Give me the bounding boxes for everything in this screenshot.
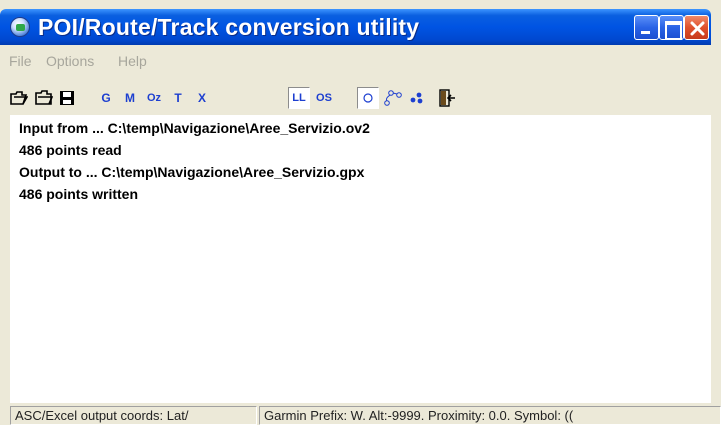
app-globe-icon[interactable] (10, 17, 30, 37)
menu-file[interactable]: File (9, 53, 32, 69)
track-mode-button[interactable] (406, 87, 428, 109)
coords-ll-label: LL (292, 91, 306, 104)
log-output-area[interactable]: Input from ... C:\temp\Navigazione\Aree_… (10, 115, 711, 405)
menu-bar: File Options Help (0, 50, 711, 72)
maximize-button[interactable] (659, 15, 684, 40)
format-g-button[interactable]: G (95, 87, 117, 109)
format-oz-label: Oz (146, 91, 162, 104)
app-window: POI/Route/Track conversion utility File … (0, 0, 721, 425)
minimize-button[interactable] (634, 15, 659, 40)
menu-options[interactable]: Options (46, 53, 94, 69)
point-mode-button[interactable] (357, 87, 379, 109)
format-g-label: G (101, 91, 111, 105)
save-button[interactable] (56, 87, 78, 109)
menu-help[interactable]: Help (118, 53, 147, 69)
log-line-points-written: 486 points written (19, 186, 139, 202)
title-bar[interactable]: POI/Route/Track conversion utility (0, 9, 711, 45)
format-t-button[interactable]: T (167, 87, 189, 109)
open-file-button[interactable] (33, 87, 55, 109)
format-oz-button[interactable]: Oz (143, 87, 165, 109)
coords-ll-button[interactable]: LL (288, 87, 310, 109)
coords-os-button[interactable]: OS (313, 87, 335, 109)
open-folder-icon (10, 91, 28, 105)
exit-button[interactable] (436, 87, 458, 109)
status-garmin-settings: Garmin Prefix: W. Alt:-9999. Proximity: … (259, 406, 721, 425)
log-line-input: Input from ... C:\temp\Navigazione\Aree_… (19, 120, 370, 136)
status-output-coords: ASC/Excel output coords: Lat/ (10, 406, 257, 425)
close-icon (690, 21, 705, 36)
coords-os-label: OS (316, 91, 332, 104)
format-m-label: M (125, 91, 135, 105)
format-x-label: X (197, 91, 206, 105)
format-m-button[interactable]: M (119, 87, 141, 109)
open-folder-button[interactable] (8, 87, 30, 109)
status-bar: ASC/Excel output coords: Lat/ Garmin Pre… (0, 403, 721, 425)
log-line-output: Output to ... C:\temp\Navigazione\Aree_S… (19, 164, 365, 180)
window-title: POI/Route/Track conversion utility (38, 14, 420, 40)
save-disk-icon (60, 91, 74, 105)
toolbar: G M Oz T X LL OS (0, 84, 711, 114)
open-file-icon (35, 90, 53, 105)
exit-door-icon (439, 89, 455, 107)
format-t-label: T (174, 91, 182, 105)
route-mode-button[interactable] (382, 87, 404, 109)
point-circle-icon (363, 93, 373, 103)
close-button[interactable] (684, 15, 709, 40)
route-icon (384, 90, 402, 106)
format-x-button[interactable]: X (191, 87, 213, 109)
track-dots-icon (410, 92, 423, 104)
log-line-points-read: 486 points read (19, 142, 122, 158)
